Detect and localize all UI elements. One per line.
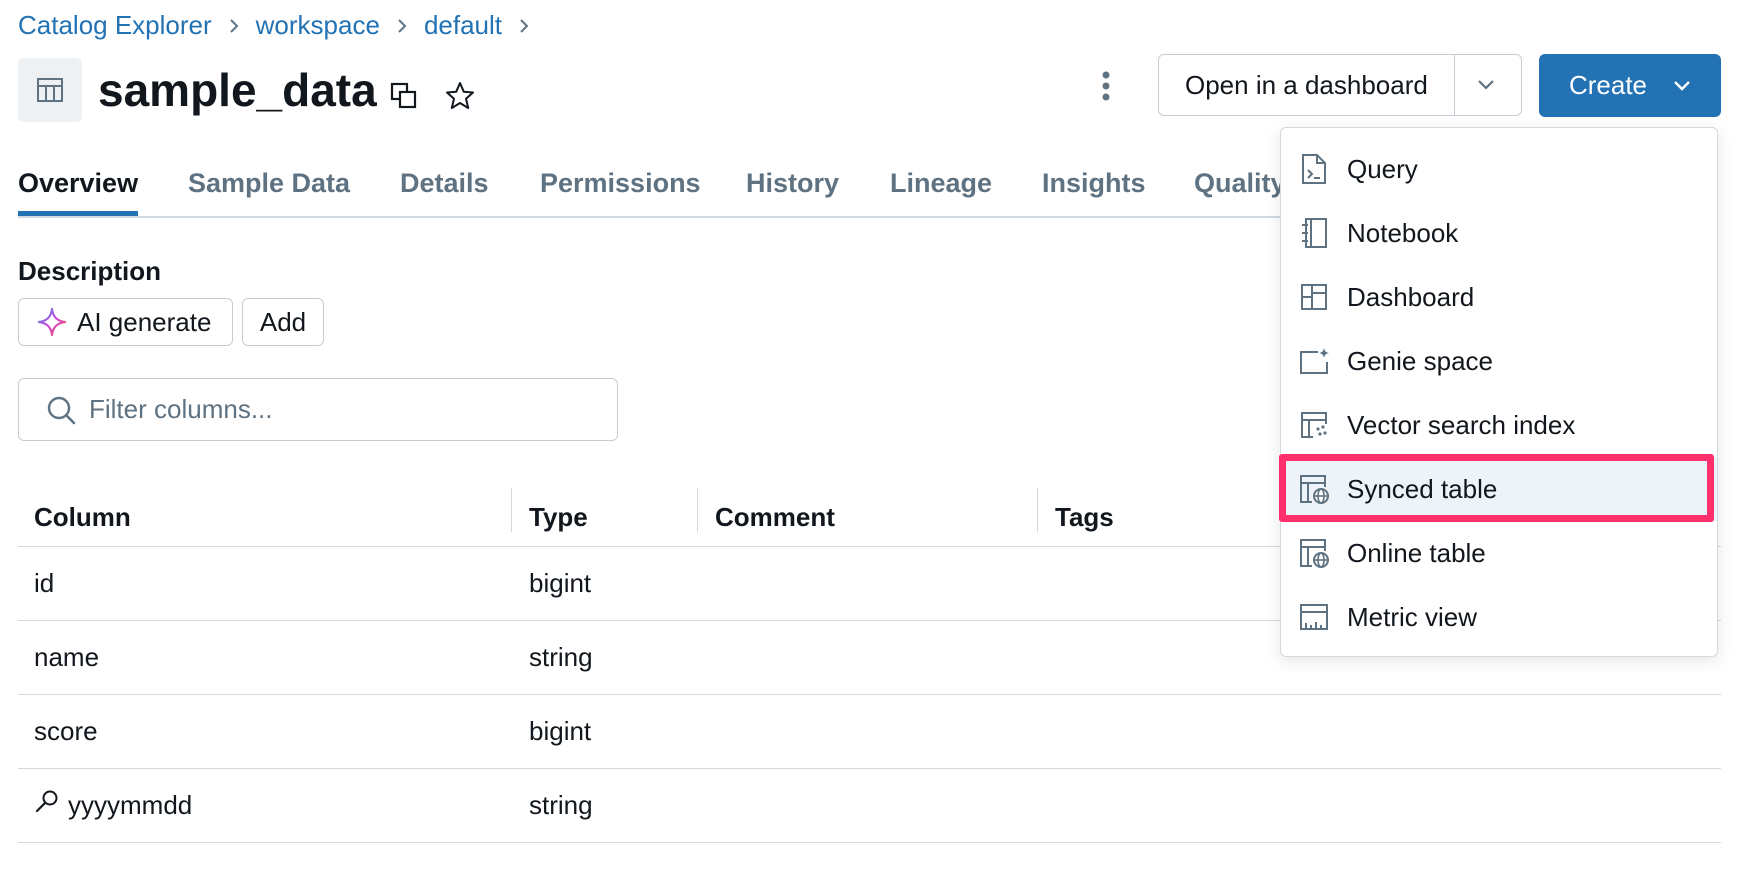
column-header-column[interactable]: Column	[34, 488, 131, 546]
column-name-cell-with-icon: yyyymmdd	[34, 769, 192, 842]
table-icon	[18, 58, 82, 122]
tab-details[interactable]: Details	[400, 168, 489, 216]
create-button[interactable]: Create	[1539, 54, 1721, 117]
sparkle-icon	[37, 307, 67, 337]
breadcrumb: Catalog Explorer workspace default	[18, 10, 546, 41]
highlight-annotation-box	[1279, 454, 1714, 522]
add-description-button[interactable]: Add	[242, 298, 324, 346]
table-row: yyyymmdd string	[18, 769, 1721, 843]
dashboard-icon	[1297, 280, 1331, 314]
table-row: score bigint	[18, 695, 1721, 769]
partition-key-icon	[34, 788, 60, 814]
chevron-right-icon	[228, 17, 240, 35]
tab-insights[interactable]: Insights	[1042, 168, 1146, 216]
copy-icon[interactable]	[386, 78, 422, 114]
tab-sample-data[interactable]: Sample Data	[188, 168, 350, 216]
ai-generate-button[interactable]: AI generate	[18, 298, 233, 346]
chevron-down-icon	[1673, 80, 1691, 92]
menu-item-label: Online table	[1347, 537, 1486, 568]
column-type-cell: string	[529, 790, 593, 820]
tab-permissions[interactable]: Permissions	[540, 168, 701, 216]
column-type-cell: bigint	[529, 568, 592, 598]
notebook-icon	[1297, 216, 1331, 250]
column-name-cell: score	[34, 716, 98, 746]
menu-item-dashboard[interactable]: Dashboard	[1281, 265, 1717, 329]
tab-bar: Overview Sample Data Details Permissions…	[18, 168, 1321, 218]
tab-quality[interactable]: Quality	[1194, 168, 1286, 216]
online-table-icon	[1297, 536, 1331, 570]
ai-generate-label: AI generate	[77, 306, 212, 337]
menu-item-label: Metric view	[1347, 601, 1478, 632]
column-divider[interactable]	[511, 488, 512, 532]
genie-space-icon	[1297, 344, 1331, 378]
query-icon	[1297, 152, 1331, 186]
column-name-text: yyyymmdd	[68, 790, 193, 820]
open-in-dashboard-button[interactable]: Open in a dashboard	[1159, 55, 1454, 115]
column-type-cell: string	[529, 642, 593, 672]
search-icon	[45, 394, 77, 426]
breadcrumb-workspace[interactable]: workspace	[256, 10, 380, 41]
column-header-tags[interactable]: Tags	[1055, 488, 1114, 546]
menu-item-metric-view[interactable]: Metric view	[1281, 585, 1717, 649]
chevron-right-icon	[518, 17, 530, 35]
more-vertical-icon[interactable]	[1086, 66, 1126, 106]
description-label: Description	[18, 256, 162, 286]
star-icon[interactable]	[440, 76, 480, 116]
tab-overview[interactable]: Overview	[18, 168, 139, 216]
column-name-cell: id	[34, 568, 55, 598]
menu-item-label: Notebook	[1347, 217, 1459, 248]
menu-item-notebook[interactable]: Notebook	[1281, 201, 1717, 265]
column-divider[interactable]	[697, 488, 698, 532]
chevron-down-icon[interactable]	[1453, 55, 1517, 115]
menu-item-online-table[interactable]: Online table	[1281, 521, 1717, 585]
column-name-cell: name	[34, 642, 100, 672]
open-in-dashboard-split-button: Open in a dashboard	[1158, 54, 1522, 116]
breadcrumb-catalog-explorer[interactable]: Catalog Explorer	[18, 10, 212, 41]
vector-search-icon	[1297, 408, 1331, 442]
tab-lineage[interactable]: Lineage	[890, 168, 992, 216]
filter-columns-field[interactable]	[18, 378, 618, 441]
column-divider[interactable]	[1037, 488, 1038, 532]
menu-item-label: Dashboard	[1347, 281, 1475, 312]
menu-item-label: Genie space	[1347, 345, 1493, 376]
menu-item-query[interactable]: Query	[1281, 137, 1717, 201]
filter-columns-input[interactable]	[87, 393, 591, 426]
menu-item-genie-space[interactable]: Genie space	[1281, 329, 1717, 393]
column-header-type[interactable]: Type	[529, 488, 588, 546]
chevron-right-icon	[396, 17, 408, 35]
breadcrumb-default[interactable]: default	[424, 10, 502, 41]
menu-item-label: Query	[1347, 153, 1418, 184]
menu-item-label: Vector search index	[1347, 409, 1576, 440]
page-title: sample_data	[98, 64, 377, 116]
tab-history[interactable]: History	[746, 168, 839, 216]
create-button-label: Create	[1568, 70, 1648, 100]
metric-view-icon	[1297, 600, 1331, 634]
create-dropdown-menu: Query Notebook Dashboard Genie space Vec…	[1280, 127, 1718, 657]
column-header-comment[interactable]: Comment	[715, 488, 835, 546]
column-type-cell: bigint	[529, 716, 592, 746]
menu-item-vector-search-index[interactable]: Vector search index	[1281, 393, 1717, 457]
